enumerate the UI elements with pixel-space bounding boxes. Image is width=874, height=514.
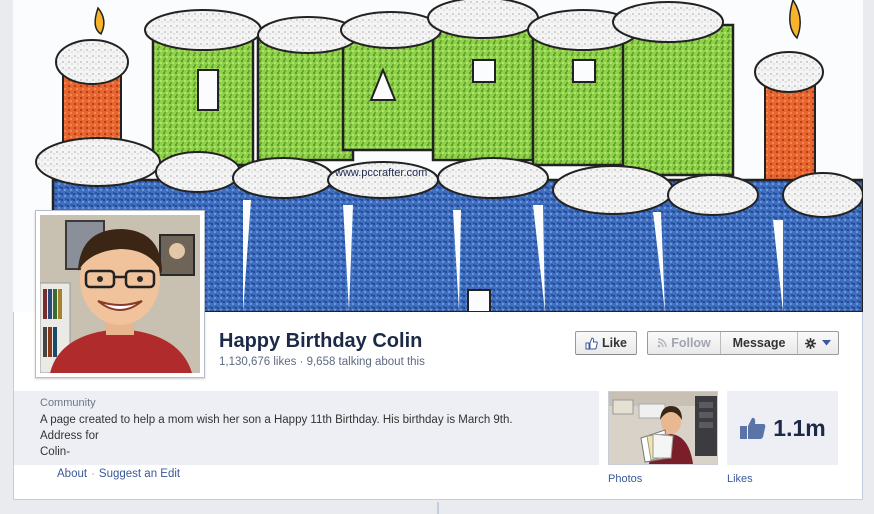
profile-picture[interactable] bbox=[35, 210, 205, 378]
like-button[interactable]: Like bbox=[575, 331, 637, 355]
page-title: Happy Birthday Colin bbox=[219, 330, 423, 352]
gear-icon bbox=[805, 337, 816, 349]
follow-button-label: Follow bbox=[671, 336, 711, 350]
thumbs-up-icon bbox=[739, 416, 767, 440]
description-line: Address for bbox=[40, 430, 99, 442]
page-category: Community bbox=[40, 397, 96, 409]
message-button[interactable]: Message bbox=[721, 332, 798, 354]
page-actions: Follow Message bbox=[647, 331, 839, 355]
cover-watermark: www.pccrafter.com bbox=[334, 167, 427, 179]
thumbs-up-icon bbox=[585, 336, 598, 350]
follow-button[interactable]: Follow bbox=[648, 332, 721, 354]
photos-app-thumbnail[interactable] bbox=[608, 391, 718, 465]
message-button-label: Message bbox=[732, 336, 786, 350]
chevron-down-icon bbox=[822, 340, 831, 346]
like-button-label: Like bbox=[601, 336, 627, 350]
link-separator: · bbox=[91, 468, 95, 480]
timeline-divider bbox=[437, 502, 439, 514]
likes-app-label[interactable]: Likes bbox=[727, 473, 753, 485]
about-link[interactable]: About bbox=[57, 468, 87, 480]
likes-count: 1.1m bbox=[773, 414, 826, 441]
photos-app-label[interactable]: Photos bbox=[608, 473, 642, 485]
rss-icon bbox=[657, 338, 667, 348]
page-description: A page created to help a mom wish her so… bbox=[40, 412, 590, 460]
likes-app-box[interactable]: 1.1m bbox=[727, 391, 838, 465]
description-line: A page created to help a mom wish her so… bbox=[40, 414, 513, 426]
about-links: About · Suggest an Edit bbox=[57, 468, 180, 480]
page-stats: 1,130,676 likes · 9,658 talking about th… bbox=[219, 356, 425, 368]
description-line: Colin- bbox=[40, 446, 71, 458]
settings-dropdown-button[interactable] bbox=[798, 332, 838, 354]
suggest-edit-link[interactable]: Suggest an Edit bbox=[99, 468, 180, 480]
